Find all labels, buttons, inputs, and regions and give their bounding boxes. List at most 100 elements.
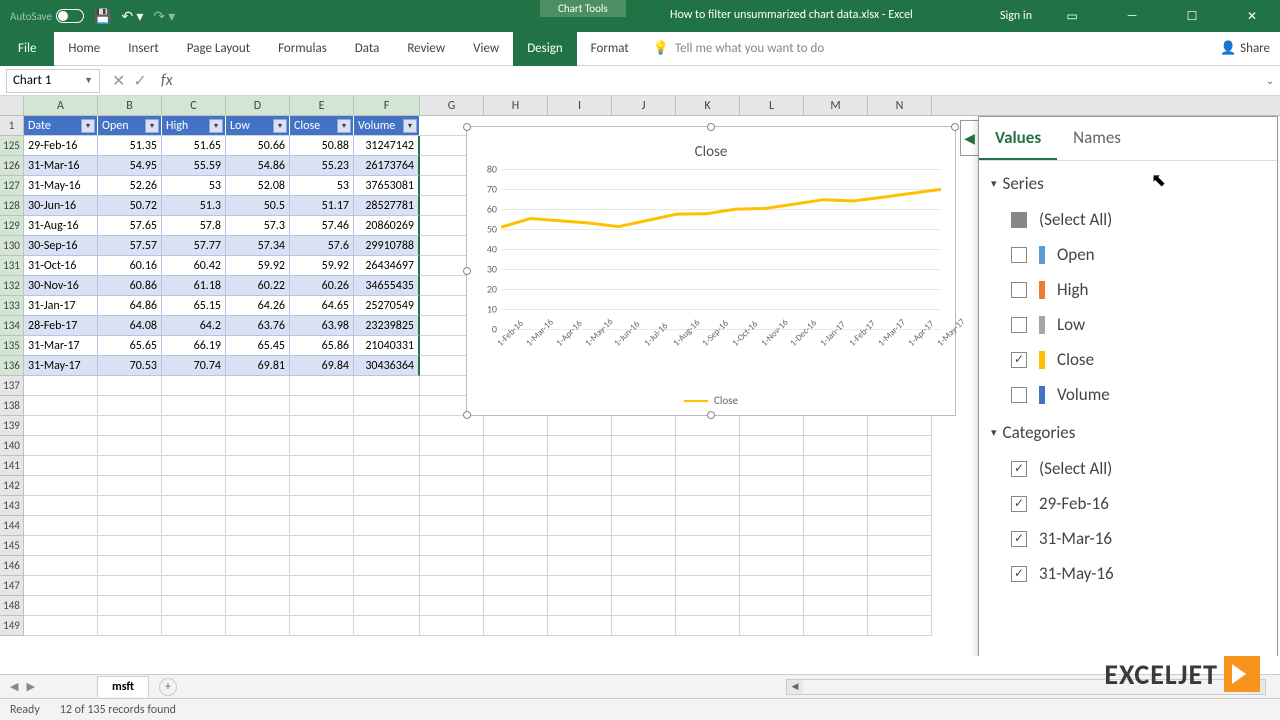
empty-cell[interactable] xyxy=(740,476,804,496)
row-header[interactable]: 149 xyxy=(0,616,24,636)
row-header[interactable]: 147 xyxy=(0,576,24,596)
cell-close[interactable]: 57.6 xyxy=(290,236,354,256)
cell-date[interactable]: 31-May-17 xyxy=(24,356,98,376)
empty-cell[interactable] xyxy=(484,416,548,436)
empty-cell[interactable] xyxy=(226,556,290,576)
cell-volume[interactable]: 28527781 xyxy=(354,196,420,216)
cell-open[interactable]: 57.65 xyxy=(98,216,162,236)
empty-cell[interactable] xyxy=(354,616,420,636)
empty-cell[interactable] xyxy=(740,596,804,616)
col-header-B[interactable]: B xyxy=(98,96,162,115)
empty-cell[interactable] xyxy=(98,536,162,556)
empty-cell[interactable] xyxy=(484,456,548,476)
empty-cell[interactable] xyxy=(484,436,548,456)
empty-cell[interactable] xyxy=(24,496,98,516)
cell-open[interactable]: 70.53 xyxy=(98,356,162,376)
empty-cell[interactable] xyxy=(868,536,932,556)
empty-cell[interactable] xyxy=(548,456,612,476)
empty-cell[interactable] xyxy=(226,476,290,496)
empty-cell[interactable] xyxy=(98,456,162,476)
cell-close[interactable]: 63.98 xyxy=(290,316,354,336)
tab-view[interactable]: View xyxy=(459,32,513,66)
tab-file[interactable]: File xyxy=(0,32,54,66)
cell-high[interactable]: 64.2 xyxy=(162,316,226,336)
row-header[interactable]: 132 xyxy=(0,276,24,296)
empty-cell[interactable] xyxy=(420,476,484,496)
table-header-low[interactable]: Low▾ xyxy=(226,116,290,136)
empty-cell[interactable] xyxy=(162,476,226,496)
cell-close[interactable]: 60.26 xyxy=(290,276,354,296)
worksheet-grid[interactable]: 1Date▾Open▾High▾Low▾Close▾Volume▾125 29-… xyxy=(0,116,1280,656)
empty-cell[interactable] xyxy=(354,556,420,576)
cell-high[interactable]: 60.42 xyxy=(162,256,226,276)
col-header-M[interactable]: M xyxy=(804,96,868,115)
cell-open[interactable]: 60.86 xyxy=(98,276,162,296)
empty-cell[interactable] xyxy=(804,456,868,476)
empty-cell[interactable] xyxy=(226,376,290,396)
empty-cell[interactable] xyxy=(226,496,290,516)
empty-cell[interactable] xyxy=(676,516,740,536)
row-header[interactable]: 128 xyxy=(0,196,24,216)
cell-close[interactable]: 64.65 xyxy=(290,296,354,316)
empty-cell[interactable] xyxy=(676,416,740,436)
empty-cell[interactable] xyxy=(868,456,932,476)
cell-low[interactable]: 65.45 xyxy=(226,336,290,356)
empty-cell[interactable] xyxy=(290,516,354,536)
series-item-volume[interactable]: Volume xyxy=(991,377,1265,412)
empty-cell[interactable] xyxy=(24,516,98,536)
chart-filter-flyout-tab[interactable]: ◀ xyxy=(960,120,978,156)
filter-tab-names[interactable]: Names xyxy=(1057,117,1137,160)
cell-high[interactable]: 57.77 xyxy=(162,236,226,256)
tab-home[interactable]: Home xyxy=(54,32,114,66)
formula-input[interactable] xyxy=(179,73,1260,88)
empty-cell[interactable] xyxy=(24,536,98,556)
category-item[interactable]: 31-May-16 xyxy=(991,556,1265,591)
empty-cell[interactable] xyxy=(868,556,932,576)
col-header-A[interactable]: A xyxy=(24,96,98,115)
empty-cell[interactable] xyxy=(162,456,226,476)
row-header[interactable]: 130 xyxy=(0,236,24,256)
cell-close[interactable]: 51.17 xyxy=(290,196,354,216)
empty-cell[interactable] xyxy=(612,456,676,476)
series-item-open[interactable]: Open xyxy=(991,237,1265,272)
cell-volume[interactable]: 25270549 xyxy=(354,296,420,316)
save-icon[interactable]: 💾 xyxy=(94,8,111,25)
tab-insert[interactable]: Insert xyxy=(114,32,173,66)
cell-low[interactable]: 50.66 xyxy=(226,136,290,156)
empty-cell[interactable] xyxy=(484,496,548,516)
row-header[interactable]: 134 xyxy=(0,316,24,336)
table-header-volume[interactable]: Volume▾ xyxy=(354,116,420,136)
empty-cell[interactable] xyxy=(162,416,226,436)
tell-me-search[interactable]: 💡 Tell me what you want to do xyxy=(653,41,825,56)
empty-cell[interactable] xyxy=(420,556,484,576)
empty-cell[interactable] xyxy=(98,596,162,616)
row-header[interactable]: 142 xyxy=(0,476,24,496)
chart-legend[interactable]: Close xyxy=(684,394,738,407)
empty-cell[interactable] xyxy=(98,476,162,496)
tab-format[interactable]: Format xyxy=(577,32,643,66)
category-item[interactable]: 31-Mar-16 xyxy=(991,521,1265,556)
cell-close[interactable]: 50.88 xyxy=(290,136,354,156)
empty-cell[interactable] xyxy=(804,616,868,636)
empty-cell[interactable] xyxy=(676,536,740,556)
empty-cell[interactable] xyxy=(226,456,290,476)
empty-cell[interactable] xyxy=(868,476,932,496)
name-box[interactable]: Chart 1▼ xyxy=(6,69,100,93)
empty-cell[interactable] xyxy=(420,456,484,476)
cell-close[interactable]: 55.23 xyxy=(290,156,354,176)
series-item-close[interactable]: Close xyxy=(991,342,1265,377)
cancel-formula-icon[interactable]: ✕ xyxy=(112,71,125,91)
row-header[interactable]: 135 xyxy=(0,336,24,356)
empty-cell[interactable] xyxy=(484,516,548,536)
empty-cell[interactable] xyxy=(804,416,868,436)
empty-cell[interactable] xyxy=(420,576,484,596)
empty-cell[interactable] xyxy=(804,516,868,536)
empty-cell[interactable] xyxy=(290,616,354,636)
cell-date[interactable]: 28-Feb-17 xyxy=(24,316,98,336)
add-sheet-button[interactable]: + xyxy=(159,678,177,696)
empty-cell[interactable] xyxy=(290,576,354,596)
empty-cell[interactable] xyxy=(24,436,98,456)
empty-cell[interactable] xyxy=(354,416,420,436)
row-header[interactable]: 144 xyxy=(0,516,24,536)
empty-cell[interactable] xyxy=(484,556,548,576)
